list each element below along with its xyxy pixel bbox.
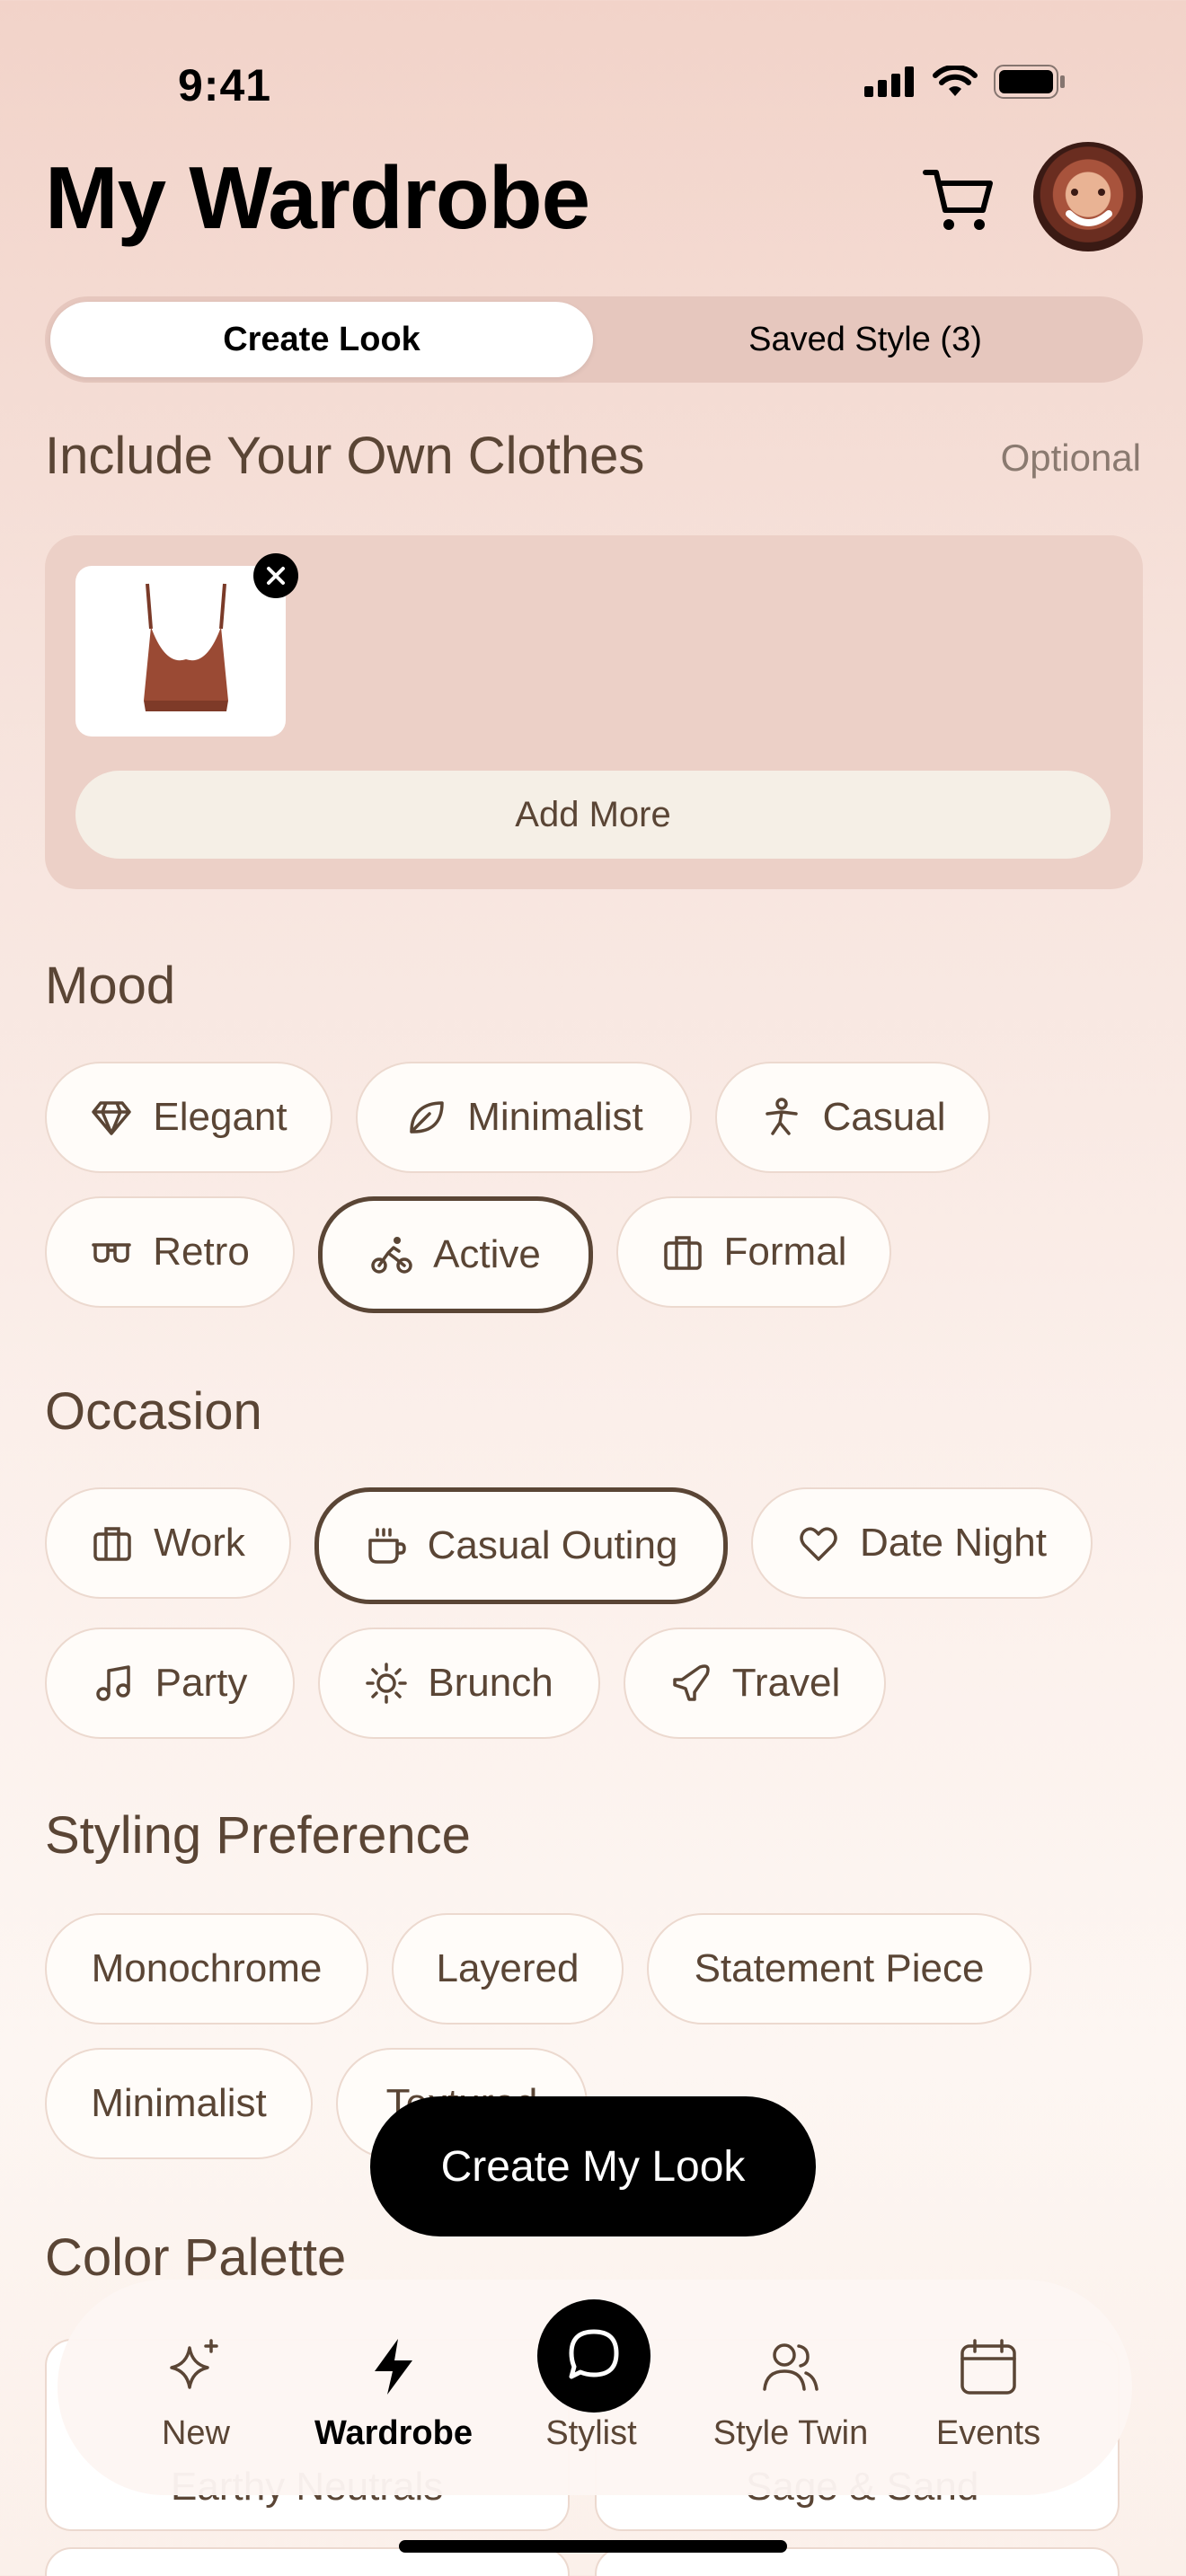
status-icons bbox=[864, 65, 1066, 99]
mood-chip-elegant[interactable]: Elegant bbox=[45, 1062, 332, 1173]
avatar-face-icon bbox=[1066, 189, 1112, 226]
mood-section-title: Mood bbox=[45, 957, 176, 1015]
chip-label: Formal bbox=[723, 1230, 847, 1274]
coffee-icon bbox=[367, 1528, 406, 1564]
crop-top-image bbox=[144, 583, 228, 711]
glasses-icon bbox=[92, 1243, 131, 1263]
mood-chip-active[interactable]: Active bbox=[318, 1196, 593, 1313]
tab-style-twin[interactable]: Style Twin bbox=[701, 2335, 881, 2453]
styling-chip-statement-piece[interactable]: Statement Piece bbox=[647, 1913, 1031, 2025]
mood-chip-casual[interactable]: Casual bbox=[715, 1062, 990, 1173]
occasion-chip-travel[interactable]: Travel bbox=[624, 1628, 886, 1739]
avatar[interactable] bbox=[1033, 142, 1143, 251]
styling-section-title: Styling Preference bbox=[45, 1806, 471, 1865]
chip-label: Monochrome bbox=[91, 1946, 323, 1990]
sparkles-icon bbox=[170, 2339, 218, 2389]
optional-label: Optional bbox=[1000, 437, 1141, 479]
styling-chip-monochrome[interactable]: Monochrome bbox=[45, 1913, 368, 2025]
occasion-chip-work[interactable]: Work bbox=[45, 1487, 291, 1599]
clothing-item-thumbnail[interactable] bbox=[75, 566, 286, 737]
clothes-section-title: Include Your Own Clothes bbox=[45, 427, 645, 485]
calendar-icon bbox=[960, 2339, 1016, 2395]
cart-button[interactable] bbox=[920, 160, 997, 237]
chip-label: Layered bbox=[436, 1946, 580, 1990]
chip-label: Elegant bbox=[153, 1095, 288, 1139]
tab-label: Events bbox=[935, 2414, 1041, 2452]
chip-label: Active bbox=[433, 1232, 541, 1276]
leaf-icon bbox=[410, 1101, 444, 1134]
chip-label: Minimalist bbox=[467, 1095, 643, 1139]
wifi-icon bbox=[933, 66, 978, 96]
mood-chip-formal[interactable]: Formal bbox=[616, 1196, 891, 1308]
chip-label: Brunch bbox=[428, 1661, 553, 1705]
tab-label: Style Twin bbox=[712, 2414, 869, 2452]
tab-label: Wardrobe bbox=[314, 2414, 473, 2452]
occasion-chip-brunch[interactable]: Brunch bbox=[318, 1628, 600, 1739]
styling-chip-minimalist[interactable]: Minimalist bbox=[45, 2048, 313, 2159]
palette-section-title: Color Palette bbox=[45, 2228, 347, 2287]
bolt-icon bbox=[375, 2339, 412, 2395]
remove-item-button[interactable] bbox=[253, 553, 298, 598]
sun-icon bbox=[366, 1663, 408, 1704]
close-icon bbox=[267, 567, 285, 585]
chip-label: Date Night bbox=[860, 1521, 1047, 1565]
occasion-chip-casual-outing[interactable]: Casual Outing bbox=[314, 1487, 728, 1604]
chip-label: Statement Piece bbox=[694, 1946, 985, 1990]
plane-icon bbox=[672, 1664, 710, 1701]
occasion-chip-party[interactable]: Party bbox=[45, 1628, 295, 1739]
tab-stylist[interactable]: Stylist bbox=[501, 2335, 681, 2453]
tab-label: New bbox=[161, 2414, 231, 2452]
briefcase-icon bbox=[93, 1527, 131, 1561]
create-my-look-button[interactable]: Create My Look bbox=[370, 2096, 816, 2236]
battery-icon bbox=[994, 65, 1065, 99]
chip-label: Minimalist bbox=[91, 2081, 267, 2125]
tab-create-look[interactable]: Create Look bbox=[50, 302, 593, 377]
briefcase-icon bbox=[663, 1236, 702, 1270]
mood-chip-minimalist[interactable]: Minimalist bbox=[356, 1062, 692, 1173]
chip-label: Casual Outing bbox=[427, 1523, 678, 1567]
chip-label: Casual bbox=[822, 1095, 946, 1139]
tab-wardrobe[interactable]: Wardrobe bbox=[304, 2335, 483, 2453]
occasion-chip-date-night[interactable]: Date Night bbox=[751, 1487, 1093, 1599]
chip-label: Work bbox=[154, 1521, 245, 1565]
cyclist-icon bbox=[371, 1237, 412, 1274]
tab-saved-style[interactable]: Saved Style (3) bbox=[593, 302, 1137, 377]
chip-label: Retro bbox=[153, 1230, 250, 1274]
cart-icon bbox=[923, 170, 993, 230]
home-indicator bbox=[399, 2540, 787, 2553]
tab-label: Stylist bbox=[545, 2414, 637, 2452]
status-time: 9:41 bbox=[178, 60, 272, 110]
add-more-button[interactable]: Add More bbox=[75, 771, 1111, 859]
heart-icon bbox=[800, 1527, 837, 1561]
styling-chip-layered[interactable]: Layered bbox=[392, 1913, 624, 2025]
signal-icon bbox=[864, 66, 914, 97]
page-title: My Wardrobe bbox=[45, 148, 590, 247]
occasion-section-title: Occasion bbox=[45, 1382, 262, 1441]
tab-events[interactable]: Events bbox=[898, 2335, 1078, 2453]
diamond-icon bbox=[92, 1101, 132, 1135]
users-icon bbox=[763, 2343, 819, 2391]
chip-label: Party bbox=[155, 1661, 248, 1705]
tab-new[interactable]: New bbox=[106, 2335, 286, 2453]
person-icon bbox=[765, 1098, 798, 1135]
mood-chip-retro[interactable]: Retro bbox=[45, 1196, 295, 1308]
chip-label: Travel bbox=[731, 1661, 841, 1705]
music-note-icon bbox=[95, 1665, 130, 1701]
